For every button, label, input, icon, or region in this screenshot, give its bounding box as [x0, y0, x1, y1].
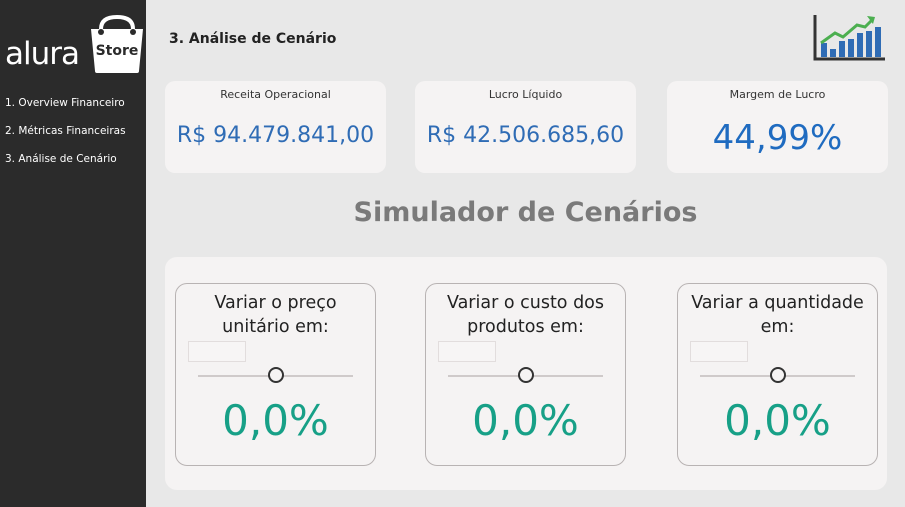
card-value: 0,0% [724, 396, 831, 445]
kpi-card-receita-operacional: Receita Operacional R$ 94.479.841,00 [165, 81, 386, 173]
card-label: Variar o custo dos produtos em: [446, 293, 605, 337]
kpi-card-lucro-liquido: Lucro Líquido R$ 42.506.685,60 [415, 81, 636, 173]
growth-chart-icon [813, 15, 885, 61]
sidebar: alura Store 1. Overview Financeiro 2. Mé… [0, 0, 146, 507]
slider-thumb[interactable] [517, 367, 534, 383]
kpi-label: Lucro Líquido [488, 88, 563, 101]
kpi-card-margem-de-lucro: Margem de Lucro 44,99% [667, 81, 888, 173]
sidebar-item-metricas-financeiras[interactable]: 2. Métricas Financeiras [5, 124, 126, 152]
kpi-value: 44,99% [712, 118, 843, 158]
sidebar-item-overview-financeiro[interactable]: 1. Overview Financeiro [5, 96, 126, 124]
card-label: Variar a quantidade em: [691, 293, 864, 337]
kpi-label: Receita Operacional [220, 88, 331, 101]
percent-input[interactable] [188, 341, 246, 362]
simulator-card-preco-unitario: Variar o preço unitário em: 0,0% [175, 283, 376, 466]
page-title: 3. Análise de Cenário [169, 31, 337, 47]
card-value: 0,0% [472, 396, 579, 445]
logo-store-badge: Store [95, 43, 139, 59]
slider-thumb[interactable] [769, 367, 786, 383]
logo-wordmark: alura [5, 36, 80, 72]
percent-input[interactable] [690, 341, 748, 362]
card-value: 0,0% [222, 396, 329, 445]
simulator-panel: Variar o preço unitário em: 0,0% Variar … [165, 257, 887, 490]
alura-store-logo: alura Store [5, 10, 145, 73]
slider-thumb[interactable] [267, 367, 284, 383]
sidebar-nav: 1. Overview Financeiro 2. Métricas Finan… [5, 96, 126, 180]
percent-input[interactable] [438, 341, 496, 362]
kpi-label: Margem de Lucro [729, 88, 826, 101]
simulator-card-custo-produtos: Variar o custo dos produtos em: 0,0% [425, 283, 626, 466]
card-label: Variar o preço unitário em: [214, 293, 337, 337]
simulator-card-quantidade: Variar a quantidade em: 0,0% [677, 283, 878, 466]
kpi-value: R$ 94.479.841,00 [176, 123, 375, 148]
sidebar-item-analise-de-cenario[interactable]: 3. Análise de Cenário [5, 152, 126, 180]
simulator-title: Simulador de Cenários [353, 197, 698, 228]
kpi-value: R$ 42.506.685,60 [426, 123, 625, 148]
